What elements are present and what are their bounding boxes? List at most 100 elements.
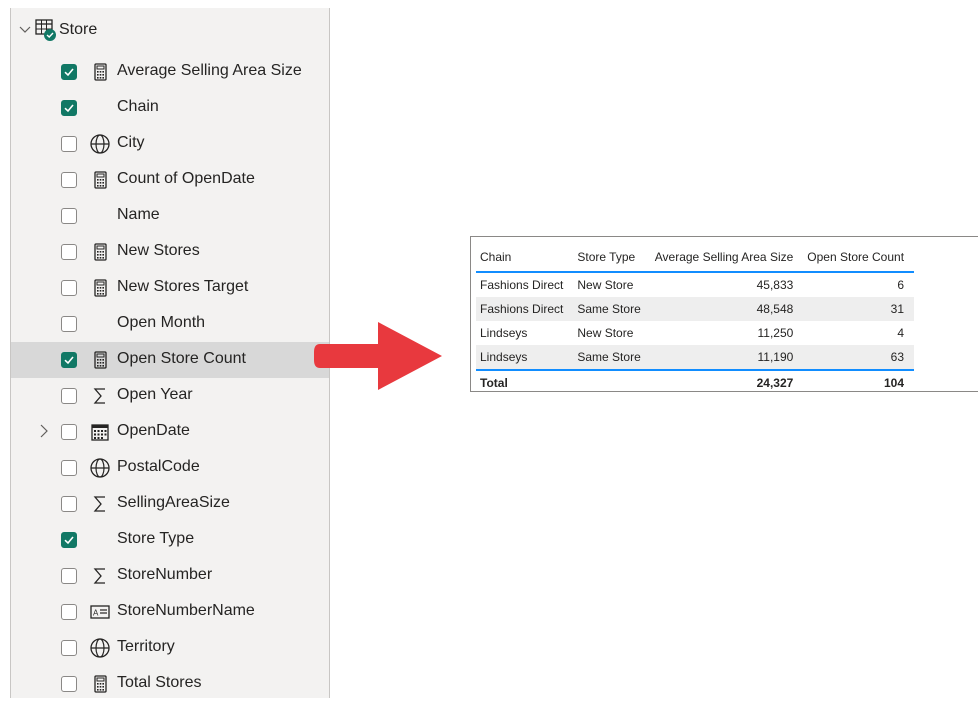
- table-cell: 45,833: [756, 278, 794, 292]
- table-cell: New Store: [577, 326, 634, 340]
- table-cell: 31: [890, 302, 905, 316]
- chevron-down-icon[interactable]: [17, 22, 33, 38]
- field-checkbox[interactable]: [61, 532, 77, 548]
- field-label: Average Selling Area Size: [117, 62, 302, 79]
- table-icon: [35, 19, 57, 41]
- field-checkbox[interactable]: [61, 604, 77, 620]
- checkmark-badge-icon: [44, 29, 56, 41]
- field-new-stores[interactable]: New Stores: [11, 234, 329, 270]
- field-opendate[interactable]: OpenDate: [11, 414, 329, 450]
- field-checkbox[interactable]: [61, 280, 77, 296]
- fields-pane: Store Average Selling Area Size Chain City…: [10, 8, 330, 698]
- field-territory[interactable]: Territory: [11, 630, 329, 666]
- id-card-icon: A: [89, 601, 111, 623]
- field-open-month[interactable]: Open Month: [11, 306, 329, 342]
- field-name[interactable]: Name: [11, 198, 329, 234]
- calculator-icon: [89, 241, 111, 263]
- table-cell: 48,548: [756, 302, 794, 316]
- table-cell: Fashions Direct: [480, 278, 564, 292]
- calculator-icon: [89, 349, 111, 371]
- field-checkbox[interactable]: [61, 244, 77, 260]
- table-cell: Fashions Direct: [480, 302, 564, 316]
- field-label: Name: [117, 206, 160, 223]
- table-row: Fashions Direct New Store 45,833 6: [476, 272, 914, 297]
- table-row: Lindseys New Store 11,250 4: [476, 321, 914, 345]
- table-cell: Lindseys: [480, 350, 528, 364]
- field-new-stores-target[interactable]: New Stores Target: [11, 270, 329, 306]
- total-row: Total 24,327 104: [476, 370, 915, 391]
- field-label: New Stores Target: [117, 278, 249, 295]
- globe-icon: [89, 133, 111, 155]
- field-label: Territory: [117, 638, 175, 655]
- field-total-stores[interactable]: Total Stores: [11, 666, 329, 702]
- data-table: Chain Store Type Average Selling Area Size…: [476, 243, 915, 391]
- field-storenumber[interactable]: StoreNumber: [11, 558, 329, 594]
- globe-icon: [89, 457, 111, 479]
- field-average-selling-area-size[interactable]: Average Selling Area Size: [11, 54, 329, 90]
- table-row: Lindseys Same Store 11,190 63: [476, 345, 915, 370]
- table-cell: 63: [890, 350, 905, 364]
- sigma-icon: [89, 493, 111, 515]
- field-checkbox[interactable]: [61, 100, 77, 116]
- calculator-icon: [89, 277, 111, 299]
- field-checkbox[interactable]: [61, 352, 77, 368]
- total-label: Total: [480, 376, 508, 390]
- field-open-store-count[interactable]: Open Store Count: [11, 342, 329, 378]
- total-cell: [573, 370, 650, 391]
- field-checkbox[interactable]: [61, 208, 77, 224]
- column-header[interactable]: Open Store Count: [803, 243, 914, 272]
- column-header[interactable]: Average Selling Area Size: [651, 243, 804, 272]
- field-storenumbername[interactable]: A StoreNumberName: [11, 594, 329, 630]
- field-label: Count of OpenDate: [117, 170, 255, 187]
- field-label: OpenDate: [117, 422, 190, 439]
- field-checkbox[interactable]: [61, 568, 77, 584]
- field-label: SellingAreaSize: [117, 494, 230, 511]
- field-label: New Stores: [117, 242, 200, 259]
- chevron-right-icon[interactable]: [39, 424, 53, 440]
- field-sellingareasize[interactable]: SellingAreaSize: [11, 486, 329, 522]
- total-cell: 104: [884, 376, 905, 390]
- field-label: City: [117, 134, 145, 151]
- table-cell: Same Store: [577, 302, 641, 316]
- field-label: Chain: [117, 98, 159, 115]
- field-checkbox[interactable]: [61, 316, 77, 332]
- field-checkbox[interactable]: [61, 424, 77, 440]
- table-row: Fashions Direct Same Store 48,548 31: [476, 297, 915, 321]
- table-visual[interactable]: Chain Store Type Average Selling Area Size…: [470, 236, 978, 392]
- red-arrow-icon: [314, 322, 442, 390]
- field-label: StoreNumber: [117, 566, 213, 583]
- field-postalcode[interactable]: PostalCode: [11, 450, 329, 486]
- field-open-year[interactable]: Open Year: [11, 378, 329, 414]
- table-name: Store: [59, 21, 98, 38]
- field-label: Store Type: [117, 530, 195, 547]
- table-cell: 6: [897, 278, 905, 292]
- svg-text:A: A: [93, 609, 99, 618]
- field-checkbox[interactable]: [61, 64, 77, 80]
- header-row: Chain Store Type Average Selling Area Size…: [476, 243, 915, 272]
- field-label: Open Store Count: [117, 350, 246, 367]
- field-label: PostalCode: [117, 458, 200, 475]
- field-checkbox[interactable]: [61, 388, 77, 404]
- field-label: StoreNumberName: [117, 602, 255, 619]
- field-label: Open Year: [117, 386, 193, 403]
- column-header[interactable]: Store Type: [573, 243, 650, 272]
- column-header[interactable]: Chain: [476, 243, 573, 272]
- table-cell: Same Store: [577, 350, 641, 364]
- field-count-of-opendate[interactable]: Count of OpenDate: [11, 162, 329, 198]
- field-checkbox[interactable]: [61, 676, 77, 692]
- field-checkbox[interactable]: [61, 640, 77, 656]
- field-label: Open Month: [117, 314, 206, 331]
- globe-icon: [89, 637, 111, 659]
- field-chain[interactable]: Chain: [11, 90, 329, 126]
- field-checkbox[interactable]: [61, 496, 77, 512]
- sigma-icon: [89, 565, 111, 587]
- calculator-icon: [89, 673, 111, 695]
- calculator-icon: [89, 61, 111, 83]
- field-checkbox[interactable]: [61, 136, 77, 152]
- field-store-type[interactable]: Store Type: [11, 522, 329, 558]
- field-checkbox[interactable]: [61, 460, 77, 476]
- field-label: Total Stores: [117, 674, 202, 691]
- table-header-store[interactable]: Store: [17, 18, 97, 42]
- field-checkbox[interactable]: [61, 172, 77, 188]
- field-city[interactable]: City: [11, 126, 329, 162]
